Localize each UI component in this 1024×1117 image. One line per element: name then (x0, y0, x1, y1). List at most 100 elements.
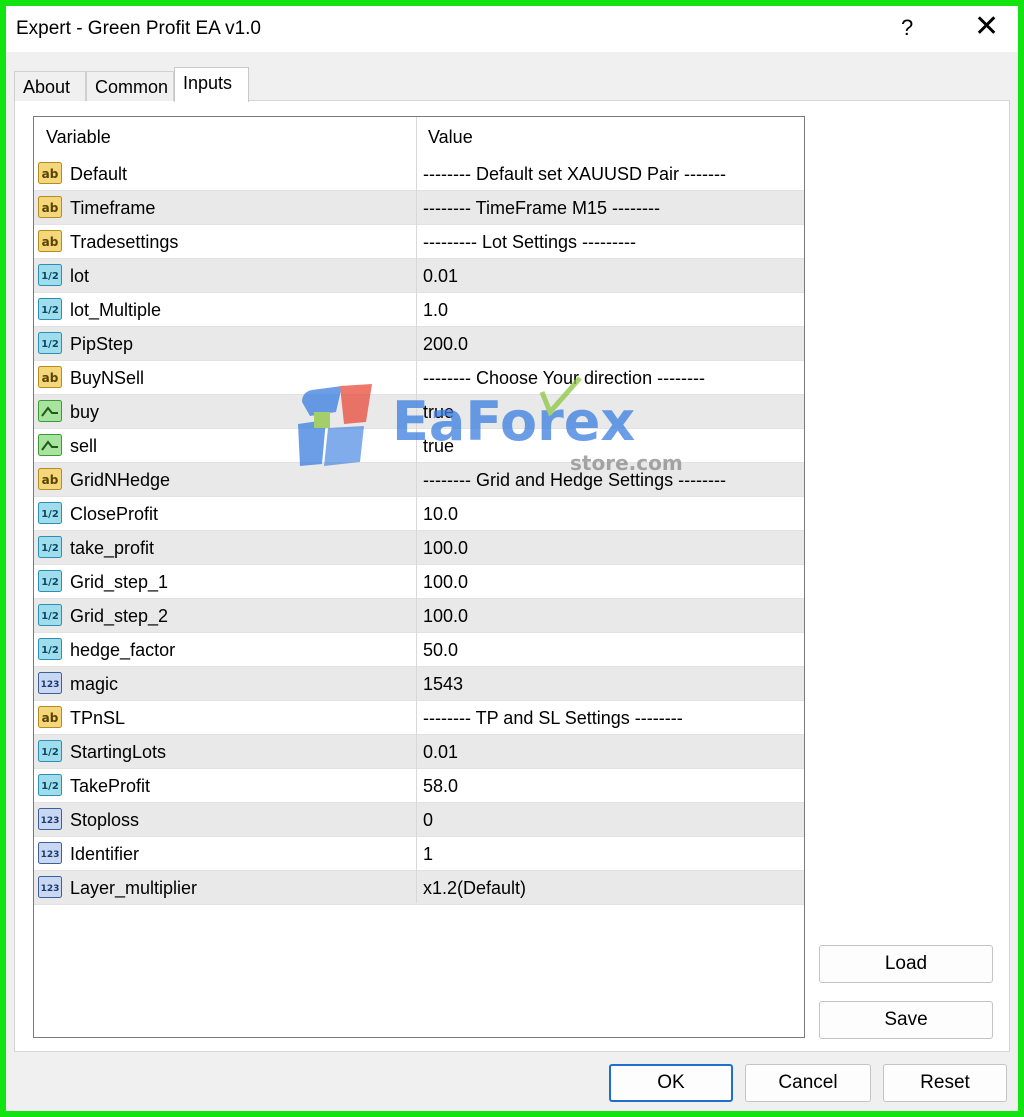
variable-name: Layer_multiplier (70, 878, 198, 898)
inputs-grid[interactable]: Variable Value ab Default -------- Default… (33, 116, 805, 1038)
svg-text:123: 123 (41, 850, 60, 860)
tab-inputs[interactable]: Inputs (174, 67, 249, 102)
variable-value[interactable]: --------- Lot Settings --------- (423, 225, 636, 259)
variable-name: Tradesettings (70, 232, 179, 252)
column-separator (416, 117, 417, 903)
variable-name: CloseProfit (70, 504, 159, 524)
variable-value[interactable]: x1.2(Default) (423, 871, 526, 905)
table-row[interactable]: 1/2 hedge_factor 50.0 (34, 633, 804, 667)
int-123-icon: 123 (38, 672, 62, 694)
variable-value[interactable]: 10.0 (423, 497, 458, 531)
variable-value[interactable]: -------- Grid and Hedge Settings -------… (423, 463, 726, 497)
table-row[interactable]: 1/2 PipStep 200.0 (34, 327, 804, 361)
ab-string-icon: ab (38, 230, 62, 252)
variable-name: BuyNSell (70, 368, 145, 388)
variable-value[interactable]: 100.0 (423, 531, 468, 565)
tab-inputs-label: Inputs (183, 73, 233, 93)
int-123-icon: 123 (38, 876, 62, 898)
svg-text:1/2: 1/2 (41, 339, 59, 350)
variable-value[interactable]: 200.0 (423, 327, 468, 361)
svg-text:123: 123 (41, 680, 60, 690)
svg-text:123: 123 (41, 884, 60, 894)
table-row[interactable]: ab BuyNSell -------- Choose Your direction… (34, 361, 804, 395)
close-button[interactable]: ✕ (974, 12, 999, 42)
table-row[interactable]: ab Default -------- Default set XAUUSD Pai… (34, 157, 804, 191)
title-bar[interactable]: Expert - Green Profit EA v1.0 ? ✕ (6, 6, 1018, 52)
table-row[interactable]: 123 magic 1543 (34, 667, 804, 701)
svg-text:1/2: 1/2 (41, 611, 59, 622)
svg-text:1/2: 1/2 (41, 577, 59, 588)
bool-chart-icon (38, 400, 62, 422)
variable-name: Grid_step_1 (70, 572, 169, 592)
cancel-button[interactable]: Cancel (745, 1064, 871, 1102)
variable-value[interactable]: 100.0 (423, 565, 468, 599)
half-double-icon: 1/2 (38, 502, 62, 524)
variable-name: Stoploss (70, 810, 140, 830)
variable-name: Timeframe (70, 198, 156, 218)
variable-name: sell (70, 436, 98, 456)
variable-value[interactable]: 1.0 (423, 293, 448, 327)
variable-value[interactable]: -------- TimeFrame M15 -------- (423, 191, 660, 225)
ab-string-icon: ab (38, 468, 62, 490)
variable-value[interactable]: true (423, 395, 454, 429)
variable-value[interactable]: 0.01 (423, 259, 458, 293)
load-button[interactable]: Load (819, 945, 993, 983)
svg-text:1/2: 1/2 (41, 305, 59, 316)
save-button[interactable]: Save (819, 1001, 993, 1039)
table-row[interactable]: buy true (34, 395, 804, 429)
variable-value[interactable]: -------- Default set XAUUSD Pair ------- (423, 157, 726, 191)
svg-text:123: 123 (41, 816, 60, 826)
bool-chart-icon (38, 434, 62, 456)
half-double-icon: 1/2 (38, 570, 62, 592)
table-row[interactable]: 1/2 CloseProfit 10.0 (34, 497, 804, 531)
window-title: Expert - Green Profit EA v1.0 (16, 18, 261, 39)
variable-value[interactable]: 0.01 (423, 735, 458, 769)
svg-text:ab: ab (42, 711, 59, 725)
header-variable[interactable]: Variable (46, 117, 111, 157)
variable-value[interactable]: 1543 (423, 667, 463, 701)
table-row[interactable]: 1/2 take_profit 100.0 (34, 531, 804, 565)
svg-text:ab: ab (42, 371, 59, 385)
variable-name: GridNHedge (70, 470, 171, 490)
variable-value[interactable]: -------- TP and SL Settings -------- (423, 701, 683, 735)
half-double-icon: 1/2 (38, 740, 62, 762)
table-row[interactable]: 123 Layer_multiplier x1.2(Default) (34, 871, 804, 905)
variable-name: Grid_step_2 (70, 606, 169, 626)
tab-common[interactable]: Common (86, 71, 174, 101)
table-row[interactable]: 1/2 TakeProfit 58.0 (34, 769, 804, 803)
table-row[interactable]: 1/2 Grid_step_1 100.0 (34, 565, 804, 599)
variable-value[interactable]: 100.0 (423, 599, 468, 633)
table-row[interactable]: ab Timeframe -------- TimeFrame M15 ------… (34, 191, 804, 225)
help-button[interactable]: ? (901, 15, 913, 41)
variable-value[interactable]: 58.0 (423, 769, 458, 803)
table-row[interactable]: ab TPnSL -------- TP and SL Settings -----… (34, 701, 804, 735)
header-value[interactable]: Value (428, 117, 473, 157)
svg-text:1/2: 1/2 (41, 747, 59, 758)
svg-text:1/2: 1/2 (41, 271, 59, 282)
table-row[interactable]: 1/2 StartingLots 0.01 (34, 735, 804, 769)
table-row[interactable]: 123 Identifier 1 (34, 837, 804, 871)
variable-value[interactable]: 0 (423, 803, 433, 837)
tab-about[interactable]: About (14, 71, 86, 101)
half-double-icon: 1/2 (38, 774, 62, 796)
table-row[interactable]: 1/2 lot_Multiple 1.0 (34, 293, 804, 327)
half-double-icon: 1/2 (38, 264, 62, 286)
svg-text:1/2: 1/2 (41, 645, 59, 656)
variable-value[interactable]: 1 (423, 837, 433, 871)
half-double-icon: 1/2 (38, 604, 62, 626)
ok-button[interactable]: OK (609, 1064, 733, 1102)
variable-value[interactable]: -------- Choose Your direction -------- (423, 361, 705, 395)
variable-value[interactable]: 50.0 (423, 633, 458, 667)
variable-value[interactable]: true (423, 429, 454, 463)
table-row[interactable]: ab Tradesettings --------- Lot Settings --… (34, 225, 804, 259)
ab-string-icon: ab (38, 162, 62, 184)
table-row[interactable]: sell true (34, 429, 804, 463)
table-row[interactable]: 1/2 Grid_step_2 100.0 (34, 599, 804, 633)
table-row[interactable]: ab GridNHedge -------- Grid and Hedge Sett… (34, 463, 804, 497)
half-double-icon: 1/2 (38, 536, 62, 558)
half-double-icon: 1/2 (38, 638, 62, 660)
table-row[interactable]: 1/2 lot 0.01 (34, 259, 804, 293)
reset-button[interactable]: Reset (883, 1064, 1007, 1102)
table-row[interactable]: 123 Stoploss 0 (34, 803, 804, 837)
svg-text:1/2: 1/2 (41, 509, 59, 520)
